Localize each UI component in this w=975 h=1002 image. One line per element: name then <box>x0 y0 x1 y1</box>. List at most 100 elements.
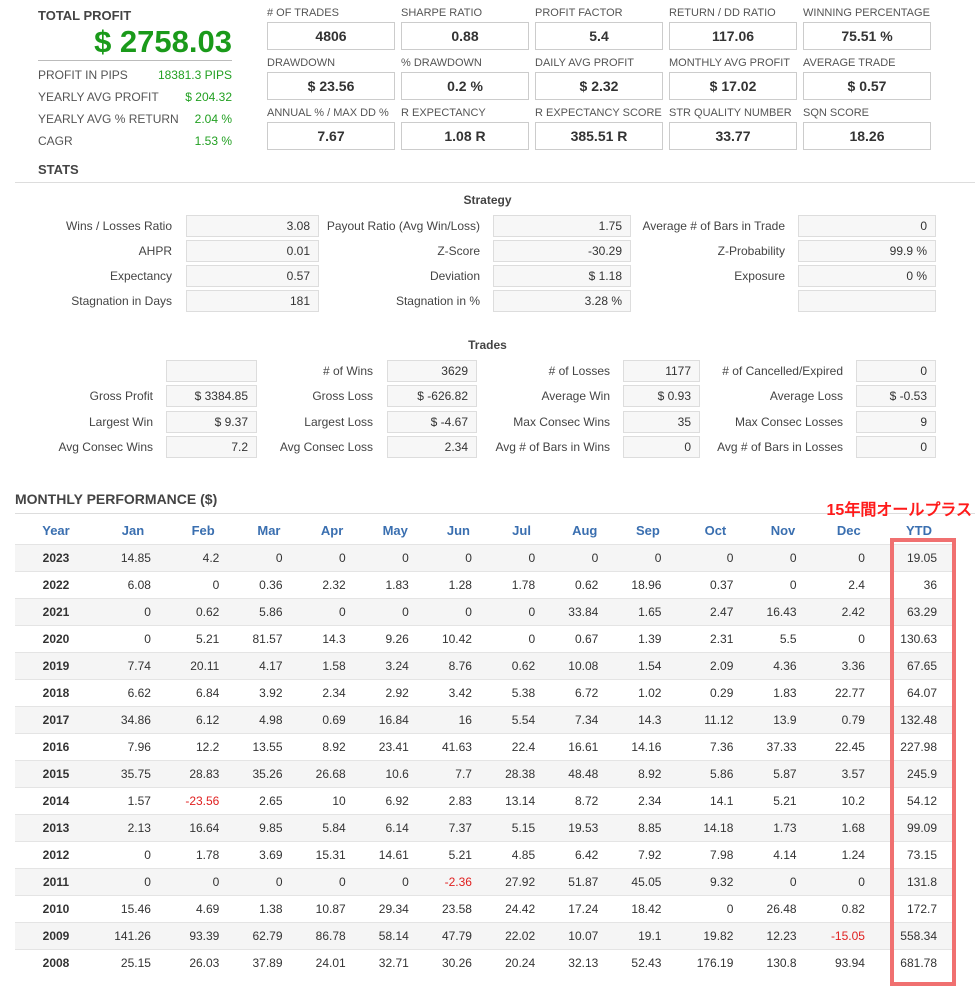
month-cell: 10.42 <box>426 624 490 652</box>
month-cell: 1.38 <box>237 894 301 922</box>
metric-value: 5.4 <box>535 22 663 50</box>
month-cell: 5.15 <box>489 813 554 841</box>
stat-label: Stagnation in % <box>395 294 480 308</box>
metric-label: DRAWDOWN <box>267 57 336 69</box>
month-cell: 8.92 <box>616 759 680 787</box>
table-row: 2009 141.26 93.39 62.79 86.78 58.14 47.79 22.02… <box>15 921 955 949</box>
month-cell: 0 <box>489 597 554 625</box>
month-cell: 6.14 <box>363 813 427 841</box>
month-cell: 13.14 <box>489 786 554 814</box>
year-cell: 2014 <box>15 786 97 814</box>
trade-stat-label: Avg Consec Loss <box>279 439 373 454</box>
table-row: 2023 14.85 4.2 0 0 0 0 0 0 0 0 0 0 19.05 <box>15 543 955 571</box>
month-cell: 0 <box>814 624 883 652</box>
month-cell: 18.42 <box>616 894 680 922</box>
month-cell: 0 <box>300 543 364 571</box>
month-cell: 0.69 <box>300 705 364 733</box>
stat-value: 0 % <box>798 265 936 287</box>
month-cell: 5.54 <box>489 705 554 733</box>
metric-value: $ 0.57 <box>803 72 931 100</box>
month-cell: 7.74 <box>97 651 169 679</box>
month-cell: 0 <box>363 867 427 895</box>
month-cell: 7.37 <box>426 813 490 841</box>
month-cell: 5.5 <box>751 624 815 652</box>
month-cell: 26.68 <box>300 759 364 787</box>
trade-stat-value: 9 <box>856 410 936 433</box>
stat-value: 3.28 % <box>493 290 631 312</box>
metric-card: DRAWDOWN $ 23.56 <box>267 57 395 100</box>
trade-stat-value: 0 <box>856 435 936 458</box>
year-cell: 2012 <box>15 840 97 868</box>
year-cell: 2011 <box>15 867 97 895</box>
table-row: 2020 0 5.21 81.57 14.3 9.26 10.42 0 0.67 1.39 2.31… <box>15 624 955 652</box>
month-cell: 0 <box>679 543 752 571</box>
month-cell: 13.9 <box>751 705 815 733</box>
month-cell: 1.68 <box>814 813 883 841</box>
trade-stat-label: # of Wins <box>322 364 373 378</box>
month-cell: 16.84 <box>363 705 427 733</box>
month-cell: 1.73 <box>751 813 815 841</box>
trade-stat-label: Average Loss <box>769 389 843 404</box>
month-cell: 27.92 <box>489 867 554 895</box>
month-cell: 7.7 <box>426 759 490 787</box>
column-header-nov: Nov <box>770 522 796 538</box>
month-cell: 8.92 <box>300 732 364 760</box>
month-cell: 7.98 <box>679 840 752 868</box>
month-cell: 22.4 <box>489 732 554 760</box>
month-cell: 0 <box>300 597 364 625</box>
month-cell: -2.36 <box>426 867 490 895</box>
metric-value: 4806 <box>267 22 395 50</box>
table-row: 2021 0 0.62 5.86 0 0 0 0 33.84 1.65 2.47 16.43 2.42 6… <box>15 597 955 625</box>
metric-value: 33.77 <box>669 122 797 150</box>
month-cell: 3.42 <box>426 678 490 706</box>
metric-card: R EXPECTANCY 1.08 R <box>401 107 529 150</box>
year-cell: 2022 <box>15 570 97 598</box>
trade-stat-label: Avg # of Bars in Wins <box>495 439 611 454</box>
metric-value: 1.08 R <box>401 122 529 150</box>
metric-card: R EXPECTANCY SCORE 385.51 R <box>535 107 663 150</box>
month-cell: 4.98 <box>237 705 301 733</box>
month-cell: 29.34 <box>363 894 427 922</box>
month-cell: 45.05 <box>616 867 680 895</box>
year-cell: 2013 <box>15 813 97 841</box>
month-cell: 10.07 <box>553 921 617 949</box>
month-cell: 5.86 <box>237 597 301 625</box>
metric-card: SHARPE RATIO 0.88 <box>401 7 529 50</box>
month-cell: -15.05 <box>814 921 883 949</box>
month-cell: 0.82 <box>814 894 883 922</box>
trade-stat-label: # of Cancelled/Expired <box>722 364 843 378</box>
metric-label: R EXPECTANCY SCORE <box>535 107 662 119</box>
metric-card: MONTHLY AVG PROFIT $ 17.02 <box>669 57 797 100</box>
metric-card: SQN SCORE 18.26 <box>803 107 931 150</box>
stat-value <box>798 290 936 312</box>
metric-value: $ 17.02 <box>669 72 797 100</box>
stats-heading: STATS <box>38 162 79 177</box>
monthly-performance-heading: MONTHLY PERFORMANCE ($) <box>15 491 218 507</box>
trade-stat-label: Gross Loss <box>312 389 373 404</box>
month-cell: 81.57 <box>237 624 301 652</box>
month-cell: 93.39 <box>168 921 238 949</box>
month-cell: 0.37 <box>679 570 752 598</box>
month-cell: 1.39 <box>616 624 680 652</box>
month-cell: 1.83 <box>751 678 815 706</box>
month-cell: 176.19 <box>679 948 752 976</box>
month-cell: 0 <box>553 543 617 571</box>
month-cell: 51.87 <box>553 867 617 895</box>
month-cell: 32.71 <box>363 948 427 976</box>
month-cell: 141.26 <box>97 921 169 949</box>
stat-label: AHPR <box>138 244 172 258</box>
month-cell: 1.58 <box>300 651 364 679</box>
metric-label: AVERAGE TRADE <box>803 57 896 69</box>
month-cell: 14.1 <box>679 786 752 814</box>
metric-card: RETURN / DD RATIO 117.06 <box>669 7 797 50</box>
month-cell: 23.58 <box>426 894 490 922</box>
month-cell: 52.43 <box>616 948 680 976</box>
metric-label: SQN SCORE <box>803 107 870 119</box>
month-cell: 32.13 <box>553 948 617 976</box>
summary-label: PROFIT IN PIPS <box>38 68 128 82</box>
month-cell: 7.96 <box>97 732 169 760</box>
month-cell: 7.92 <box>616 840 680 868</box>
month-cell: 2.34 <box>616 786 680 814</box>
month-cell: 12.2 <box>168 732 238 760</box>
stat-label: Expectancy <box>109 269 172 283</box>
